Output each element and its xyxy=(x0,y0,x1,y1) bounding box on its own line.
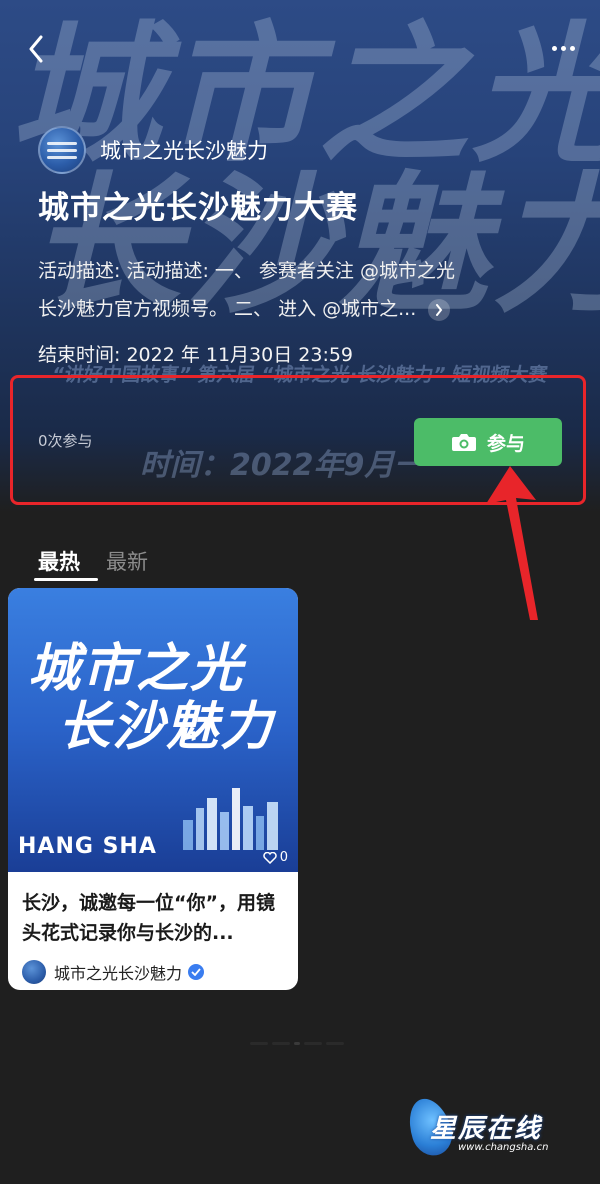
like-count-value: 0 xyxy=(279,850,288,865)
description-line-1: 活动描述: 活动描述: 一、 参赛者关注 @城市之光 xyxy=(38,260,455,282)
thumbnail-art-line-1: 城市之光 xyxy=(28,638,245,699)
watermark-brand: 星辰在线 xyxy=(430,1114,543,1144)
account-name[interactable]: 城市之光长沙魅力 xyxy=(100,135,268,165)
activity-header: 城市之光 长沙魅力 “讲好中国故事” 第六届 “城市之光·长沙魅力” 短视频大赛… xyxy=(0,0,600,512)
annotation-arrow-icon xyxy=(486,466,538,620)
author-name[interactable]: 城市之光长沙魅力 xyxy=(54,960,182,984)
more-dot-icon xyxy=(569,45,575,51)
site-watermark: 星辰在线 www.changsha.cn xyxy=(402,1093,590,1164)
end-time: 结束时间: 2022 年 11月30日 23:59 xyxy=(38,344,354,366)
tab-latest[interactable]: 最新 xyxy=(106,546,148,584)
chevron-left-icon xyxy=(29,35,43,63)
description-line-2: 长沙魅力官方视频号。 二、 进入 @城市之... xyxy=(38,298,417,320)
video-thumbnail[interactable]: 城市之光 长沙魅力 HANG SHA 0 xyxy=(8,588,298,872)
activity-description[interactable]: 活动描述: 活动描述: 一、 参赛者关注 @城市之光 长沙魅力官方视频号。 二、… xyxy=(38,252,548,328)
account-info[interactable]: 城市之光长沙魅力 xyxy=(38,126,268,174)
activity-title: 城市之光长沙魅力大赛 xyxy=(38,190,358,226)
chevron-right-icon xyxy=(436,303,443,316)
more-dot-icon xyxy=(551,45,557,51)
heart-icon xyxy=(262,851,277,864)
account-avatar[interactable] xyxy=(38,126,86,174)
author-avatar[interactable] xyxy=(22,960,46,984)
thumbnail-art-line-2: 长沙魅力 xyxy=(58,696,275,757)
skyline-illustration xyxy=(183,788,278,850)
thumbnail-art-text: 城市之光 长沙魅力 xyxy=(28,640,288,756)
expand-description-button[interactable] xyxy=(428,298,451,321)
watermark-url: www.changsha.cn xyxy=(458,1142,549,1153)
loading-indicator xyxy=(250,1042,344,1045)
video-author[interactable]: 城市之光长沙魅力 xyxy=(22,960,284,984)
video-title[interactable]: 长沙，诚邀每一位“你”，用镜头花式记录你与长沙的... xyxy=(22,888,284,948)
more-dot-icon xyxy=(560,45,566,51)
like-count[interactable]: 0 xyxy=(262,850,288,865)
verified-badge-icon xyxy=(188,964,205,980)
active-tab-indicator xyxy=(34,578,98,581)
video-card-body: 长沙，诚邀每一位“你”，用镜头花式记录你与长沙的... 城市之光长沙魅力 xyxy=(8,872,298,984)
thumbnail-city-text: HANG SHA xyxy=(18,834,157,859)
video-card[interactable]: 城市之光 长沙魅力 HANG SHA 0 长沙，诚邀每一位“你”，用镜头花式记录… xyxy=(8,588,298,990)
back-button[interactable] xyxy=(22,32,50,66)
more-options-button[interactable] xyxy=(546,36,580,60)
